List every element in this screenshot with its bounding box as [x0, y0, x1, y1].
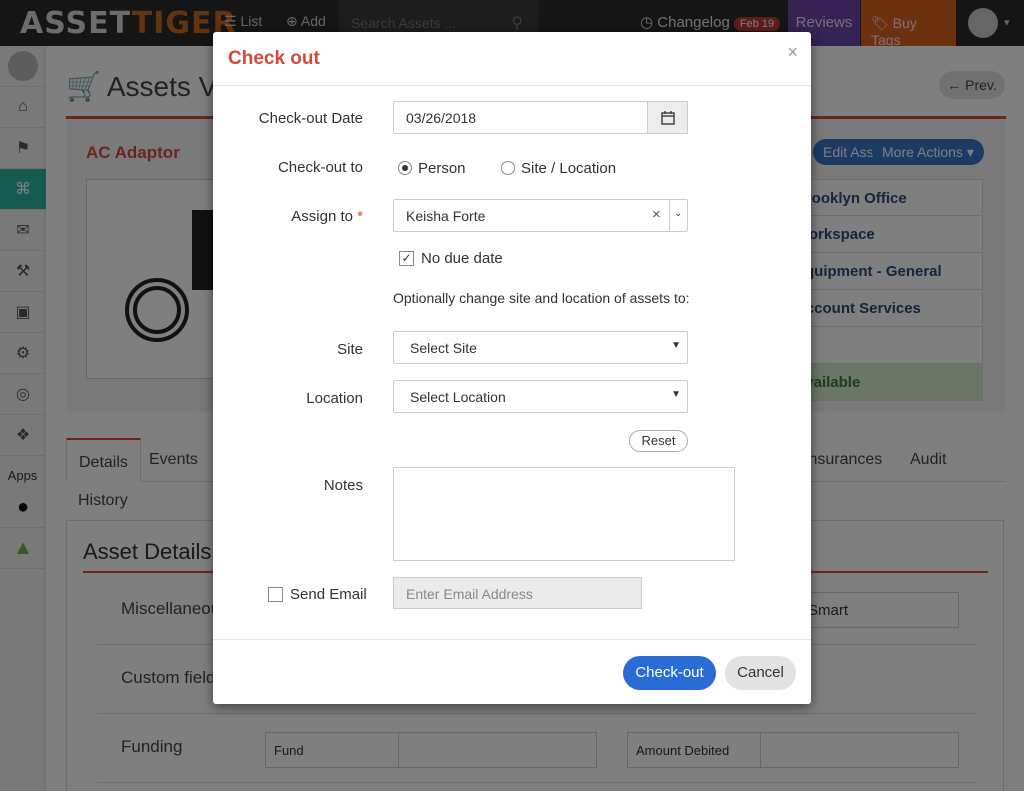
modal-footer-divider: [213, 639, 811, 640]
checkout-button[interactable]: Check-out: [623, 656, 716, 690]
radio-person[interactable]: [398, 161, 412, 175]
site-select[interactable]: Select Site ▼: [393, 331, 688, 364]
no-due-date-label[interactable]: No due date: [421, 250, 503, 267]
caret-down-icon: ▼: [671, 340, 681, 351]
location-select[interactable]: Select Location ▼: [393, 380, 688, 413]
close-icon[interactable]: ×: [787, 42, 798, 63]
clear-icon[interactable]: ×: [652, 206, 661, 223]
modal-title: Check out: [228, 48, 320, 69]
assign-to-label: Assign to *: [291, 208, 363, 225]
send-email-label[interactable]: Send Email: [290, 586, 367, 603]
send-email-checkbox[interactable]: [268, 587, 283, 602]
chevron-down-icon[interactable]: ⌄: [674, 208, 682, 219]
modal-header-divider: [213, 85, 811, 86]
location-label: Location: [306, 390, 363, 407]
radio-person-label[interactable]: Person: [418, 160, 466, 177]
radio-site-location[interactable]: [501, 161, 515, 175]
optional-site-text: Optionally change site and location of a…: [393, 290, 690, 306]
checkout-date-input[interactable]: 03/26/2018: [393, 101, 648, 134]
radio-site-location-label[interactable]: Site / Location: [521, 160, 616, 177]
reset-button[interactable]: Reset: [629, 430, 688, 452]
checkout-modal: Check out × Check-out Date 03/26/2018 Ch…: [213, 32, 811, 704]
notes-textarea[interactable]: [393, 467, 735, 561]
notes-label: Notes: [323, 477, 363, 494]
assign-to-select[interactable]: Keisha Forte × ⌄: [393, 199, 688, 232]
select-divider: [669, 200, 670, 231]
no-due-date-checkbox[interactable]: ✓: [399, 251, 414, 266]
email-field[interactable]: Enter Email Address: [393, 577, 642, 609]
caret-down-icon: ▼: [671, 389, 681, 400]
checkout-date-label: Check-out Date: [258, 110, 363, 127]
checkout-to-label: Check-out to: [277, 159, 363, 176]
calendar-icon[interactable]: [647, 101, 688, 134]
cancel-button[interactable]: Cancel: [725, 656, 796, 690]
site-label: Site: [337, 341, 363, 358]
